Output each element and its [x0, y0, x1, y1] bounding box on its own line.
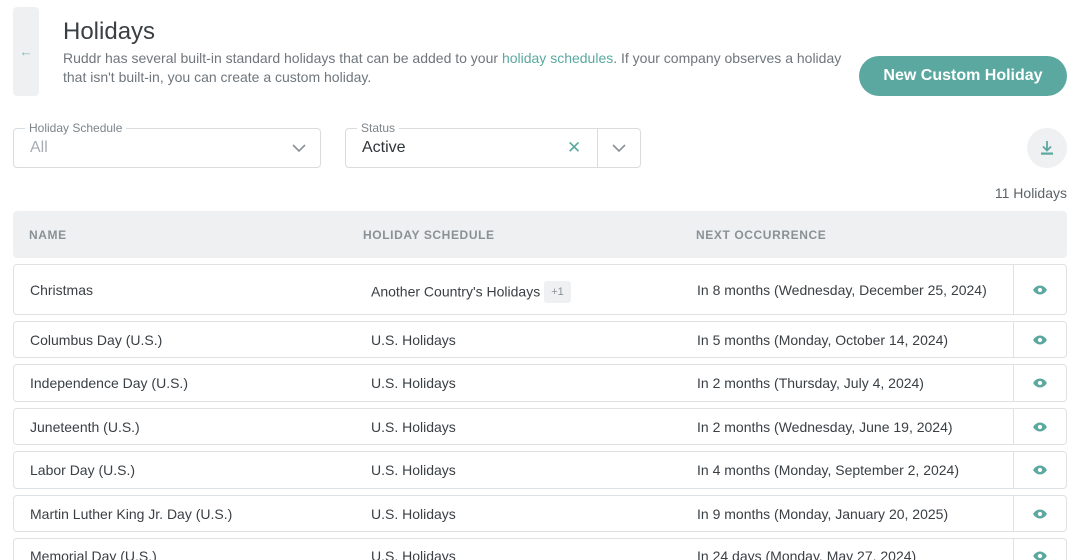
- schedule-name: U.S. Holidays: [371, 375, 456, 391]
- next-occurrence: In 2 months (Wednesday, June 19, 2024): [697, 419, 953, 435]
- view-button[interactable]: [1013, 409, 1066, 444]
- eye-icon: [1033, 465, 1047, 475]
- next-occurrence: In 24 days (Monday, May 27, 2024): [697, 548, 917, 560]
- table-row[interactable]: Independence Day (U.S.) U.S. Holidays In…: [13, 364, 1067, 402]
- next-occurrence: In 4 months (Monday, September 2, 2024): [697, 462, 959, 478]
- schedule-name: U.S. Holidays: [371, 332, 456, 348]
- view-button[interactable]: [1013, 496, 1066, 531]
- holiday-count: 11 Holidays: [994, 185, 1067, 201]
- schedule-name: U.S. Holidays: [371, 506, 456, 522]
- schedule-name: U.S. Holidays: [371, 419, 456, 435]
- holiday-schedule-select[interactable]: Holiday Schedule All: [13, 122, 321, 168]
- eye-icon: [1033, 551, 1047, 560]
- column-header-next-occurrence[interactable]: NEXT OCCURRENCE: [696, 228, 826, 242]
- more-schedules-badge[interactable]: +1: [544, 281, 571, 303]
- holiday-schedule-value: All: [30, 139, 48, 156]
- table-row[interactable]: Labor Day (U.S.) U.S. Holidays In 4 mont…: [13, 451, 1067, 489]
- status-select[interactable]: Status Active ✕: [345, 122, 641, 168]
- schedule-name: U.S. Holidays: [371, 548, 456, 560]
- page-description: Ruddr has several built-in standard holi…: [63, 49, 853, 87]
- eye-icon: [1033, 378, 1047, 388]
- eye-icon: [1033, 335, 1047, 344]
- next-occurrence: In 2 months (Thursday, July 4, 2024): [697, 375, 924, 391]
- table-row[interactable]: Christmas Another Country's Holidays +1 I…: [13, 264, 1067, 315]
- eye-icon: [1033, 285, 1047, 294]
- table-row[interactable]: Juneteenth (U.S.) U.S. Holidays In 2 mon…: [13, 408, 1067, 445]
- holiday-name: Christmas: [30, 282, 94, 298]
- holiday-schedule-label: Holiday Schedule: [25, 122, 127, 135]
- view-button[interactable]: [1013, 265, 1066, 314]
- column-header-name[interactable]: NAME: [29, 228, 67, 242]
- next-occurrence: In 8 months (Wednesday, December 25, 202…: [697, 282, 987, 298]
- clear-x-icon[interactable]: ✕: [567, 139, 581, 157]
- eye-icon: [1033, 422, 1047, 431]
- chevron-down-icon[interactable]: [610, 139, 628, 157]
- chevron-down-icon[interactable]: [290, 139, 308, 157]
- view-button[interactable]: [1013, 365, 1066, 401]
- holiday-name: Columbus Day (U.S.): [30, 332, 163, 348]
- page-title: Holidays: [63, 18, 156, 45]
- holiday-name: Martin Luther King Jr. Day (U.S.): [30, 506, 233, 522]
- eye-icon: [1033, 509, 1047, 518]
- schedule-name: U.S. Holidays: [371, 462, 456, 478]
- view-button[interactable]: [1013, 322, 1066, 357]
- back-button[interactable]: ←: [13, 7, 39, 96]
- status-value: Active: [362, 139, 406, 156]
- table-header: NAME HOLIDAY SCHEDULE NEXT OCCURRENCE: [13, 211, 1067, 258]
- holiday-name: Independence Day (U.S.): [30, 375, 188, 391]
- table-row[interactable]: Columbus Day (U.S.) U.S. Holidays In 5 m…: [13, 321, 1067, 358]
- next-occurrence: In 9 months (Monday, January 20, 2025): [697, 506, 949, 522]
- arrow-left-icon: ←: [19, 44, 33, 59]
- table-row[interactable]: Memorial Day (U.S.) U.S. Holidays In 24 …: [13, 538, 1067, 560]
- table-row[interactable]: Martin Luther King Jr. Day (U.S.) U.S. H…: [13, 495, 1067, 532]
- holiday-schedule-cell: Another Country's Holidays +1: [371, 281, 571, 304]
- download-button[interactable]: [1027, 128, 1067, 168]
- new-custom-holiday-button[interactable]: New Custom Holiday: [859, 56, 1067, 96]
- holiday-name: Labor Day (U.S.): [30, 462, 136, 478]
- view-button[interactable]: [1013, 452, 1066, 488]
- status-label: Status: [357, 122, 400, 135]
- column-header-schedule[interactable]: HOLIDAY SCHEDULE: [363, 228, 495, 242]
- holiday-name: Memorial Day (U.S.): [30, 548, 157, 560]
- description-text-start: Ruddr has several built-in standard holi…: [63, 50, 502, 66]
- view-button[interactable]: [1013, 539, 1066, 560]
- next-occurrence: In 5 months (Monday, October 14, 2024): [697, 332, 949, 348]
- download-icon: [1041, 141, 1053, 155]
- select-divider: [597, 129, 598, 167]
- schedule-name: Another Country's Holidays: [371, 283, 541, 300]
- holiday-schedules-link[interactable]: holiday schedules: [502, 50, 613, 66]
- holiday-name: Juneteenth (U.S.): [30, 419, 140, 435]
